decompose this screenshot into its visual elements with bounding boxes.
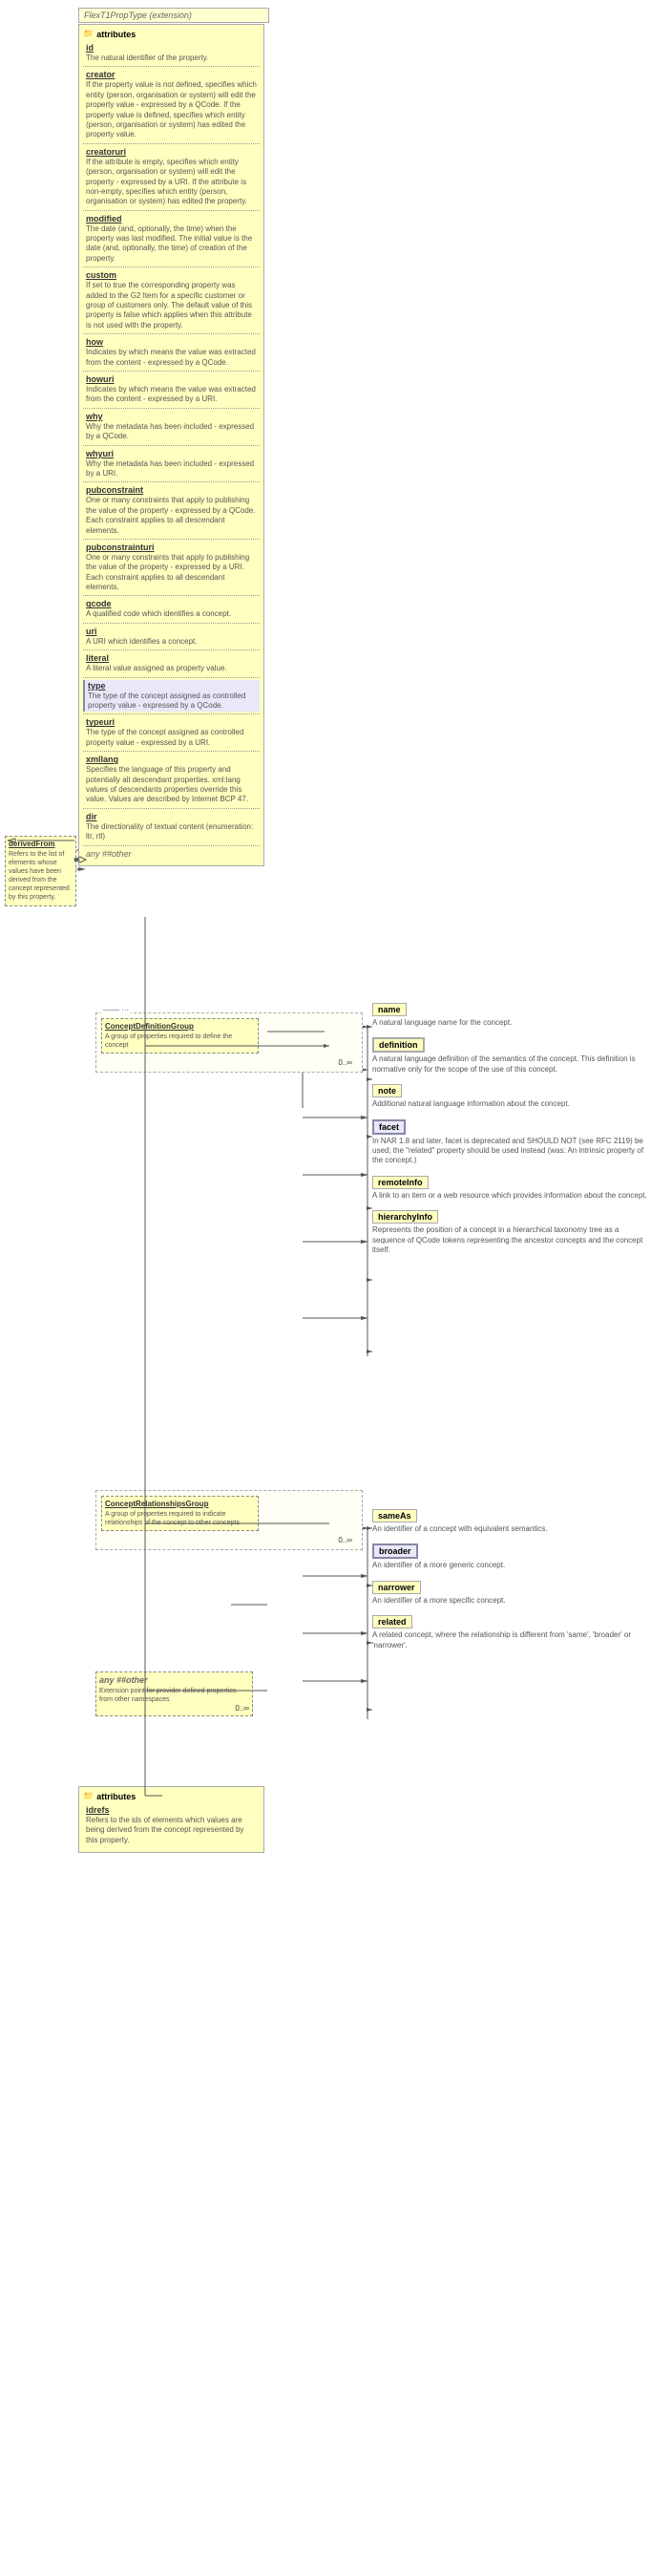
concept-def-group-box: ConceptDefinitionGroup A group of proper… [101,1018,259,1054]
attr-type: type The type of the concept assigned as… [83,680,260,713]
sequence-group-rel: ConceptRelationshipsGroup A group of pro… [95,1490,363,1550]
attr-modified: modified The date (and, optionally, the … [83,213,260,266]
right-item-broader: broader An identifier of a more generic … [372,1543,654,1570]
title-bar: FlexT1PropType (extension) [78,8,269,23]
attr-idrefs: idrefs Refers to the ids of elements whi… [83,1804,260,1846]
derived-from-desc: Refers to the list of elements whose val… [9,850,73,903]
any-other-main: any ##other [86,849,257,859]
attr-creatoruri: creatoruri If the attribute is empty, sp… [83,146,260,208]
attr-creator: creator If the property value is not def… [83,69,260,140]
right-item-narrower: narrower An identifier of a more specifi… [372,1581,654,1606]
diagram-container: FlexT1PropType (extension) 📁 attributes … [0,0,672,2576]
attr-uri: uri A URI which identifies a concept. [83,626,260,648]
attr-custom: custom If set to true the corresponding … [83,269,260,331]
attr-xmllang: xmllang Specifies the language of this p… [83,754,260,806]
attr-pubconstrainturi: pubconstrainturi One or many constraints… [83,542,260,594]
attr-pubconstraint: pubconstraint One or many constraints th… [83,484,260,537]
concept-def-desc: A group of properties required to define… [105,1033,255,1050]
bottom-folder-icon: 📁 [83,1791,94,1801]
bottom-attributes-label: attributes [96,1792,136,1801]
right-item-related: related A related concept, where the rel… [372,1615,654,1650]
attr-qcode: qcode A qualified code which identifies … [83,598,260,620]
any-other-multiplicity: 0..∞ [99,1704,249,1713]
attr-howuri: howuri Indicates by which means the valu… [83,373,260,406]
concept-rel-desc: A group of properties required to indica… [105,1510,255,1527]
title-text: FlexT1PropType (extension) [84,11,192,20]
right-item-facet: facet In NAR 1.8 and later, facet is dep… [372,1119,654,1166]
main-attributes-box: 📁 attributes id The natural identifier o… [78,24,264,866]
derived-from-box: derivedFrom Refers to the list of elemen… [5,836,76,906]
any-other-bottom-box: any ##other Extension point for provider… [95,1671,253,1716]
attr-whyuri: whyuri Why the metadata has been include… [83,448,260,480]
right-item-remoteinfo: remoteInfo A link to an item or a web re… [372,1176,654,1201]
right-panel-rel: sameAs An identifier of a concept with e… [372,1509,654,1660]
attributes-section: 📁 attributes [83,29,260,39]
right-item-name: name A natural language name for the con… [372,1003,654,1028]
concept-rel-multiplicity: 0..∞ [101,1536,352,1544]
right-item-note: note Additional natural language informa… [372,1084,654,1109]
any-other-bottom-label: any ##other [99,1675,249,1685]
bottom-attributes-box: 📁 attributes idrefs Refers to the ids of… [78,1786,264,1853]
right-item-hierarchyinfo: hierarchyInfo Represents the position of… [372,1210,654,1255]
concept-def-title: ConceptDefinitionGroup [105,1022,255,1031]
folder-icon: 📁 [83,29,94,39]
concept-rel-title: ConceptRelationshipsGroup [105,1500,255,1508]
sequence-indicator: ─── ··· [101,1006,131,1014]
right-item-sameas: sameAs An identifier of a concept with e… [372,1509,654,1534]
attr-dir: dir The directionality of textual conten… [83,811,260,843]
attributes-label: attributes [96,30,136,39]
attr-why: why Why the metadata has been included -… [83,411,260,443]
derived-from-connector [74,831,103,860]
concept-rel-group-box: ConceptRelationshipsGroup A group of pro… [101,1496,259,1531]
any-other-bottom-desc: Extension point for provider-defined pro… [99,1687,249,1704]
attr-how: how Indicates by which means the value w… [83,336,260,369]
sequence-group-def: ─── ··· ConceptDefinitionGroup A group o… [95,1012,363,1073]
attr-id: id The natural identifier of the propert… [83,42,260,64]
concept-def-multiplicity: 0..∞ [101,1058,352,1067]
attr-typeuri: typeuri The type of the concept assigned… [83,716,260,749]
bottom-attributes-header: 📁 attributes [83,1791,260,1801]
attr-literal: literal A literal value assigned as prop… [83,652,260,674]
right-item-definition: definition A natural language definition… [372,1037,654,1075]
right-panel-def: name A natural language name for the con… [372,1003,654,1265]
